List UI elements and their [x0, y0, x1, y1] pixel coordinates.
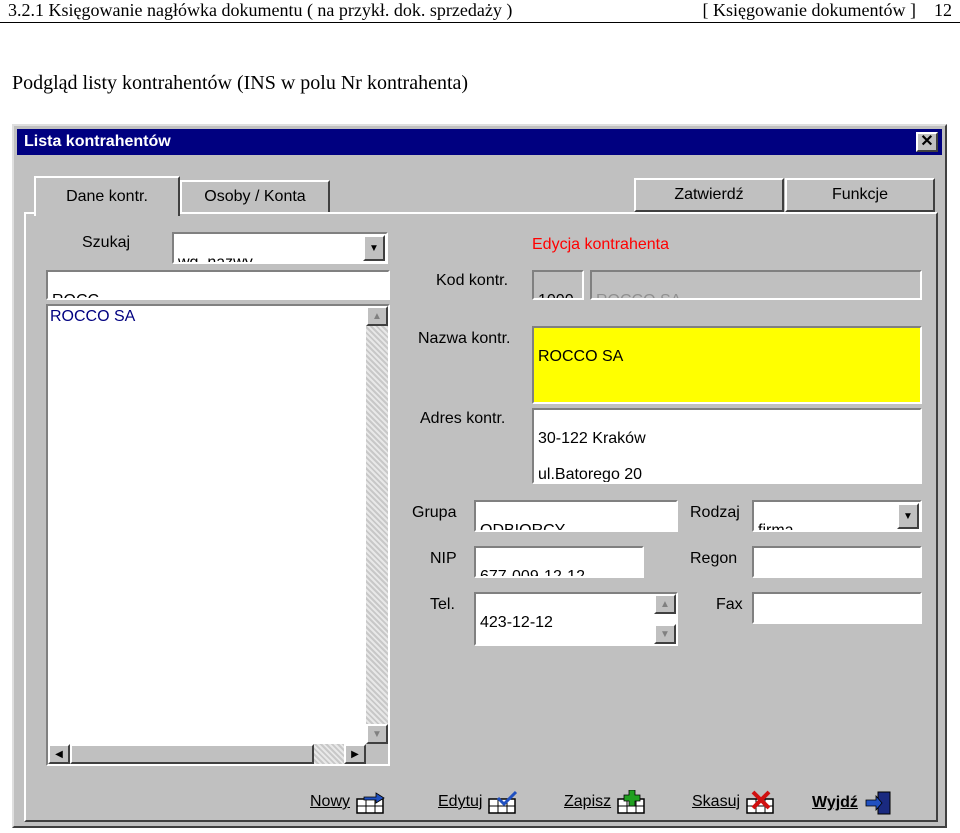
chevron-down-icon[interactable]: ▼ [897, 503, 919, 529]
edit-record-icon [488, 790, 518, 814]
functions-button[interactable]: Funkcje [785, 178, 935, 212]
address-label: Adres kontr. [420, 410, 506, 427]
tab-dane-kontr[interactable]: Dane kontr. [34, 176, 180, 216]
document-section-title: 3.2.1 Księgowanie nagłówka dokumentu ( n… [8, 0, 513, 20]
scroll-corner [366, 744, 388, 764]
contractor-list: ROCCO SA ▲ ▼ ◀ ▶ [46, 304, 390, 766]
scroll-up-icon[interactable]: ▲ [366, 306, 388, 326]
tel-field[interactable]: 423-12-12 ▲ ▼ [474, 592, 678, 646]
delete-record-icon [746, 790, 774, 814]
tab-osoby-konta[interactable]: Osoby / Konta [180, 180, 330, 212]
chapter-title: [ Księgowanie dokumentów ] [702, 0, 916, 20]
fax-label: Fax [716, 596, 743, 613]
save-record-icon [617, 790, 645, 814]
save-button[interactable]: Zapisz [564, 790, 649, 814]
window-title: Lista kontrahentów [24, 133, 171, 150]
edit-section-title: Edycja kontrahenta [532, 236, 669, 253]
group-field[interactable]: ODBIORCY [474, 500, 678, 532]
exit-button[interactable]: Wyjdź [812, 790, 894, 816]
code-label: Kod kontr. [436, 272, 509, 289]
scroll-right-icon[interactable]: ▶ [344, 744, 366, 764]
close-button[interactable]: ✕ [916, 132, 938, 152]
new-record-icon [356, 792, 385, 814]
document-chapter: [ Księgowanie dokumentów ] 12 [703, 0, 952, 21]
document-header: 3.2.1 Księgowanie nagłówka dokumentu ( n… [0, 0, 960, 23]
page-number: 12 [934, 0, 952, 20]
fax-field[interactable] [752, 592, 922, 624]
confirm-button[interactable]: Zatwierdź [634, 178, 784, 212]
vertical-scrollbar[interactable] [366, 306, 388, 744]
address-field[interactable]: 30-122 Kraków ul.Batorego 20 [532, 408, 922, 484]
list-item[interactable]: ROCCO SA [50, 308, 135, 326]
group-label: Grupa [412, 504, 457, 521]
edit-button[interactable]: Edytuj [438, 790, 520, 814]
regon-field[interactable] [752, 546, 922, 578]
scroll-left-icon[interactable]: ◀ [48, 744, 70, 764]
new-button[interactable]: Nowy [310, 790, 388, 814]
figure-caption: Podgląd listy kontrahentów (INS w polu N… [12, 72, 469, 94]
code-number-field: 1000 [532, 270, 584, 300]
name-label: Nazwa kontr. [418, 330, 511, 347]
tab-label: Osoby / Konta [204, 188, 306, 205]
tab-label: Dane kontr. [66, 188, 148, 205]
scroll-down-icon[interactable]: ▼ [366, 724, 388, 744]
type-select[interactable]: firma ▼ [752, 500, 922, 532]
regon-label: Regon [690, 550, 738, 567]
exit-door-icon [865, 791, 891, 815]
chevron-down-icon[interactable]: ▼ [363, 235, 385, 261]
scroll-down-icon[interactable]: ▼ [654, 624, 676, 644]
name-field[interactable]: ROCCO SA [532, 326, 922, 404]
scroll-up-icon[interactable]: ▲ [654, 594, 676, 614]
window-titlebar: Lista kontrahentów ✕ [17, 129, 942, 155]
contractor-list-window: Lista kontrahentów ✕ Dane kontr. Osoby /… [12, 124, 947, 828]
tab-panel: Szukaj wg. nazwy ▼ ROCC ROCCO SA ▲ ▼ ◀ ▶… [24, 212, 938, 822]
search-input[interactable]: ROCC [46, 270, 390, 300]
nip-field[interactable]: 677-009-12-12 [474, 546, 644, 578]
type-label: Rodzaj [690, 504, 740, 521]
delete-button[interactable]: Skasuj [692, 790, 778, 814]
scroll-thumb[interactable] [70, 744, 314, 764]
code-name-field: ROCCO SA [590, 270, 922, 300]
tel-label: Tel. [430, 596, 455, 613]
search-label: Szukaj [82, 234, 131, 251]
nip-label: NIP [430, 550, 457, 567]
search-mode-select[interactable]: wg. nazwy ▼ [172, 232, 388, 264]
close-icon: ✕ [920, 133, 934, 150]
